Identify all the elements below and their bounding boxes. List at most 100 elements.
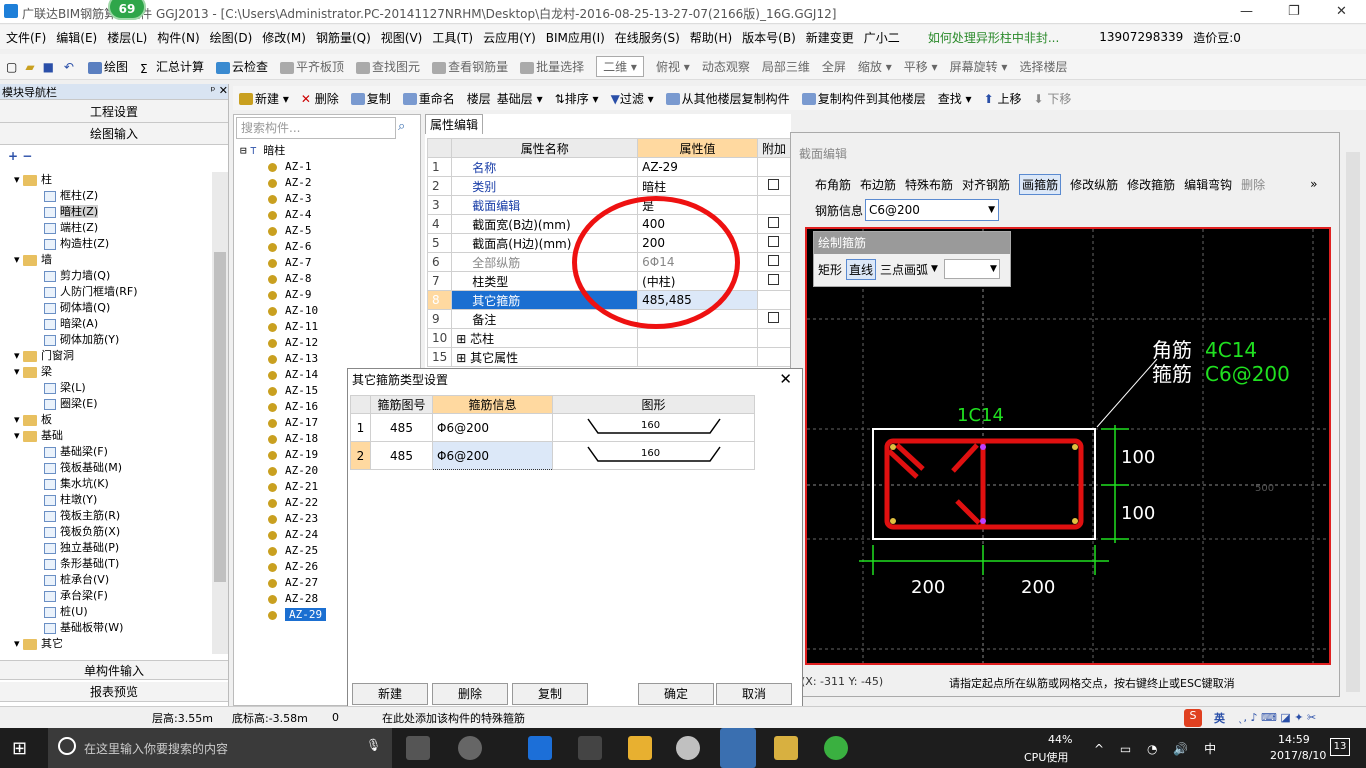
app-icon-2[interactable] — [676, 736, 700, 760]
dialog-ok-button[interactable]: 确定 — [638, 683, 714, 705]
component-list-item[interactable]: AZ-27 — [240, 575, 326, 591]
property-row[interactable]: 10 ⊞ 芯柱 — [426, 328, 792, 348]
search-icon[interactable]: ⌕ — [398, 119, 405, 134]
component-list-item[interactable]: AZ-11 — [240, 319, 326, 335]
ime-language[interactable]: 英 — [1214, 710, 1225, 726]
clock-time[interactable]: 14:59 — [1278, 733, 1310, 746]
component-list-item[interactable]: AZ-6 — [240, 239, 326, 255]
modify-stirrup-button[interactable]: 修改箍筋 — [1127, 176, 1175, 193]
nav-tree-item[interactable]: 筏板基础(M) — [0, 460, 212, 476]
menu-tip-link[interactable]: 如何处理异形柱中非封... — [928, 29, 1059, 46]
expand-collapse-icons[interactable]: + − — [0, 145, 228, 169]
restore-icon[interactable]: ❐ — [1288, 4, 1300, 19]
expand-arrow-icon[interactable]: ▾ — [14, 173, 23, 186]
nav-tree-item[interactable]: 构造柱(Z) — [0, 236, 212, 252]
property-row[interactable]: 15 ⊞ 其它属性 — [426, 347, 792, 367]
component-list-item[interactable]: AZ-7 — [240, 255, 326, 271]
nav-tree-item[interactable]: 砌体墙(Q) — [0, 300, 212, 316]
save-icon[interactable]: ■ — [43, 60, 54, 74]
attach-checkbox[interactable] — [768, 312, 780, 323]
component-list-item[interactable]: AZ-3 — [240, 191, 326, 207]
menu-version[interactable]: 版本号(B) — [742, 29, 796, 46]
update-badge[interactable]: 69 — [108, 0, 146, 20]
zoom-button[interactable]: 缩放 ▾ — [858, 58, 892, 75]
delete-component-button[interactable]: ✕ 删除 — [301, 90, 339, 107]
taskbar-search-box[interactable]: 在这里输入你要搜索的内容 🎙 — [48, 728, 392, 768]
property-value-cell[interactable] — [637, 328, 758, 348]
component-list-item[interactable]: AZ-20 — [240, 463, 326, 479]
component-list-item[interactable]: AZ-5 — [240, 223, 326, 239]
floor-select[interactable]: 基础层 ▾ — [497, 90, 543, 107]
special-rebar-button[interactable]: 特殊布筋 — [905, 176, 953, 193]
more-chevron-icon[interactable]: » — [1310, 177, 1317, 191]
draw-stirrup-button[interactable]: 画箍筋 — [1019, 173, 1062, 195]
rectangle-mode-button[interactable]: 矩形 — [818, 261, 842, 278]
new-component-button[interactable]: 新建 ▾ — [239, 90, 289, 107]
nav-folder[interactable]: ▾ 墙 — [0, 252, 212, 268]
local-3d-button[interactable]: 局部三维 — [762, 58, 810, 75]
attach-checkbox[interactable] — [768, 274, 780, 285]
rebar-info-select[interactable]: C6@200 ▼ — [865, 199, 1000, 221]
menu-online[interactable]: 在线服务(S) — [615, 29, 680, 46]
menu-assistant[interactable]: 广小二 — [864, 29, 900, 46]
microphone-icon[interactable]: 🎙 — [366, 738, 381, 752]
move-down-button[interactable]: ⬇ 下移 — [1033, 90, 1071, 107]
dialog-delete-button[interactable]: 删除 — [432, 683, 508, 705]
nav-tree-item[interactable]: 桩(U) — [0, 604, 212, 620]
nav-folder[interactable]: ▾ 板 — [0, 412, 212, 428]
nav-folder[interactable]: ▾ 基础 — [0, 428, 212, 444]
nav-folder[interactable]: ▾ 柱 — [0, 172, 212, 188]
nav-tree-item[interactable]: 筏板主筋(R) — [0, 508, 212, 524]
select-floor-button[interactable]: 选择楼层 — [1019, 58, 1067, 75]
ime-tool-icons[interactable]: ˎ, ♪ ⌨ ◪ ✦ ✂ — [1238, 711, 1316, 724]
orbit-button[interactable]: 动态观察 — [702, 58, 750, 75]
top-view-button[interactable]: 俯视 ▾ — [656, 58, 690, 75]
draw-button[interactable]: 绘图 — [87, 58, 128, 75]
find-element-button[interactable]: 查找图元 — [356, 58, 420, 75]
windows-start-icon[interactable]: ⊞ — [12, 738, 27, 759]
nav-tree-item[interactable]: 筏板负筋(X) — [0, 524, 212, 540]
expand-arrow-icon[interactable]: ▾ — [14, 365, 23, 378]
find-button[interactable]: 查找 ▾ — [938, 90, 972, 107]
component-list-item[interactable]: AZ-18 — [240, 431, 326, 447]
component-list-item[interactable]: AZ-12 — [240, 335, 326, 351]
component-list-item[interactable]: AZ-25 — [240, 543, 326, 559]
user-account[interactable]: 13907298339 — [1099, 30, 1183, 44]
section-drawing-canvas[interactable]: 500 角筋 4C14 箍筋 C6@200 1C14 100 100 200 2… — [805, 227, 1331, 665]
rotate-screen-button[interactable]: 屏幕旋转 ▾ — [950, 58, 1008, 75]
notification-icon[interactable]: 13 — [1330, 738, 1350, 756]
component-list-item[interactable]: AZ-16 — [240, 399, 326, 415]
file-explorer-icon[interactable] — [628, 736, 652, 760]
tray-icons[interactable]: ^ ▭ ◔ 🔊 中 — [1094, 740, 1222, 757]
cost-beans[interactable]: 造价豆:0 — [1193, 29, 1241, 46]
edit-hook-button[interactable]: 编辑弯钩 — [1184, 176, 1232, 193]
nav-tree-item[interactable]: 条形基础(T) — [0, 556, 212, 572]
undo-icon[interactable]: ↶ — [64, 60, 74, 74]
nav-tree-item[interactable]: 柱墩(Y) — [0, 492, 212, 508]
pan-button[interactable]: 平移 ▾ — [904, 58, 938, 75]
menu-draw[interactable]: 绘图(D) — [210, 29, 253, 46]
property-value-cell[interactable]: 暗柱 — [637, 176, 758, 196]
summary-calc-button[interactable]: Σ 汇总计算 — [140, 58, 204, 76]
view-rebar-button[interactable]: 查看钢筋量 — [432, 58, 508, 75]
component-list-item[interactable]: AZ-15 — [240, 383, 326, 399]
report-preview-button[interactable]: 报表预览 — [0, 682, 228, 702]
place-corner-rebar-button[interactable]: 布角筋 — [815, 176, 851, 193]
expand-arrow-icon[interactable]: ▾ — [14, 637, 23, 650]
component-list-item[interactable]: AZ-4 — [240, 207, 326, 223]
edge-icon[interactable] — [528, 736, 552, 760]
component-root[interactable]: ⊟ ⊤ 暗柱 — [240, 143, 326, 159]
component-list-item[interactable]: AZ-17 — [240, 415, 326, 431]
nav-tree-item[interactable]: 圈梁(E) — [0, 396, 212, 412]
app-icon-4[interactable] — [824, 736, 848, 760]
expand-arrow-icon[interactable]: ▾ — [14, 413, 23, 426]
batch-select-button[interactable]: 批量选择 — [520, 58, 584, 75]
nav-tree-item[interactable]: 集水坑(K) — [0, 476, 212, 492]
property-value-cell[interactable]: AZ-29 — [637, 157, 758, 177]
nav-tree-item[interactable]: 承台梁(F) — [0, 588, 212, 604]
sogou-ime-icon[interactable]: S — [1184, 709, 1202, 727]
expand-arrow-icon[interactable]: ▾ — [14, 349, 23, 362]
tab-property-edit[interactable]: 属性编辑 — [425, 114, 483, 134]
nav-tree-item[interactable]: 砌体加筋(Y) — [0, 332, 212, 348]
filter-button[interactable]: ▼过滤 ▾ — [611, 90, 654, 107]
